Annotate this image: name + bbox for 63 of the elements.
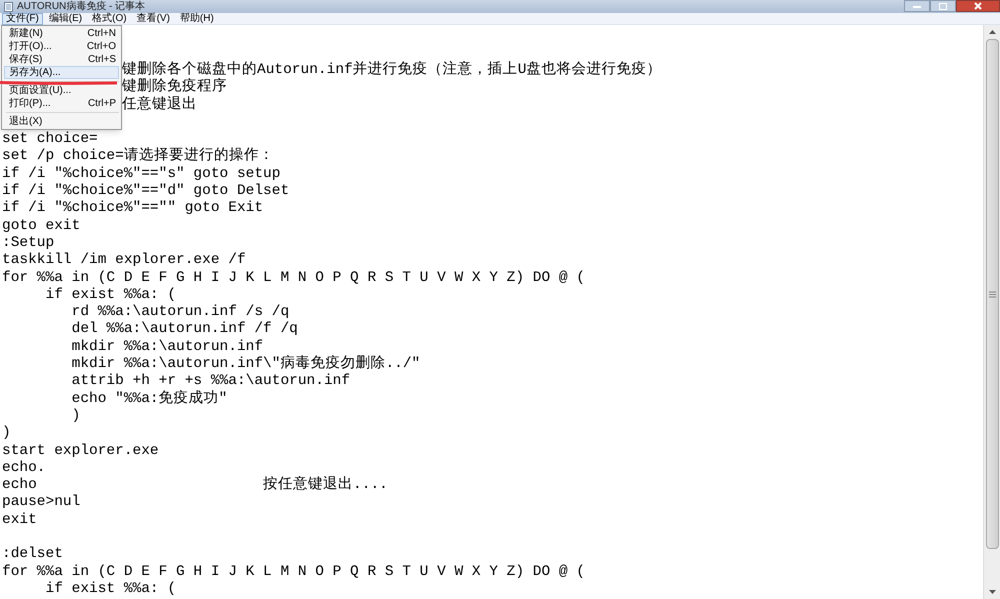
menu-item[interactable]: 查看(V) xyxy=(132,12,174,24)
code-line: set /p choice=请选择要进行的操作： xyxy=(2,148,274,164)
option-label: 打印(P)... xyxy=(9,98,51,108)
minimize-button[interactable] xyxy=(904,0,930,12)
code-line: 键删除各个磁盘中的Autorun.inf并进行免疫（注意，插上U盘也将会进行免疫） xyxy=(122,62,662,78)
shortcut-label: Ctrl+P xyxy=(88,98,116,108)
code-line: if exist %%a: ( xyxy=(44,286,176,303)
shortcut-label: Ctrl+S xyxy=(88,54,116,64)
code-line: mkdir %%a:\autorun.inf\"病毒免疫勿删除../" xyxy=(70,356,420,372)
code-line: 键删除免疫程序 xyxy=(122,79,227,96)
code-line: :Setup xyxy=(2,234,54,251)
option-label: 打开(O)... xyxy=(9,42,52,52)
close-icon xyxy=(974,2,982,10)
code-line: pause>nul xyxy=(2,494,80,510)
minimize-icon xyxy=(913,4,921,8)
menu-option[interactable]: 退出(X) xyxy=(4,115,119,128)
scroll-thumb[interactable] xyxy=(986,39,998,549)
code-line: 任意键退出 xyxy=(122,96,197,113)
shortcut-label: Ctrl+N xyxy=(87,28,116,38)
option-label: 页面设置(U)... xyxy=(9,86,72,96)
code-line: if /i "%choice%"=="" goto Exit xyxy=(2,200,264,216)
menu-item[interactable]: 格式(O) xyxy=(88,12,131,24)
menu-option[interactable]: 打开(O)... Ctrl+O xyxy=(4,40,119,53)
menu-option[interactable]: 保存(S) Ctrl+S xyxy=(4,53,119,66)
shortcut-label: Ctrl+O xyxy=(86,42,116,52)
menu-option[interactable]: 新建(N) Ctrl+N xyxy=(4,27,119,40)
vertical-scrollbar[interactable] xyxy=(983,25,1000,599)
maximize-icon xyxy=(939,2,947,10)
window-title: AUTORUN病毒免疫 - 记事本 xyxy=(17,2,146,12)
code-line: mkdir %%a:\autorun.inf xyxy=(70,338,264,355)
code-line: if /i "%choice%"=="d" goto Delset xyxy=(2,183,290,200)
option-label: 另存为(A)... xyxy=(9,68,61,78)
close-button[interactable] xyxy=(956,0,1000,12)
code-line: echo 按任意键退出.... xyxy=(2,477,388,494)
code-line: start explorer.exe xyxy=(2,442,159,459)
code-line: rd %%a:\autorun.inf /s /q xyxy=(70,304,290,320)
code-line: if exist %%a: ( xyxy=(44,580,176,597)
code-line: echo. xyxy=(2,460,46,476)
option-label: 新建(N) xyxy=(9,28,43,38)
code-line: attrib +h +r +s %%a:\autorun.inf xyxy=(70,373,350,390)
option-label: 保存(S) xyxy=(9,54,42,64)
menu-item[interactable]: 帮助(H) xyxy=(176,12,218,24)
code-line: ) xyxy=(2,425,11,442)
maximize-button[interactable] xyxy=(930,0,956,12)
code-line: taskkill /im explorer.exe /f xyxy=(2,252,246,268)
menu-option[interactable]: 页面设置(U)... xyxy=(4,84,119,97)
grip-icon xyxy=(988,290,996,298)
menu-item[interactable]: 文件(F) xyxy=(2,12,43,24)
code-line: exit xyxy=(2,512,37,528)
option-label: 退出(X) xyxy=(9,116,42,126)
menu-option[interactable]: 另存为(A)... xyxy=(4,66,119,79)
code-line: for %%a in (C D E F G H I J K L M N O P Q R S T U V W X Y Z) DO @ ( xyxy=(2,270,585,286)
code-line: echo "%%a:免疫成功" xyxy=(70,390,228,407)
code-line: for %%a in (C D E F G H I J K L M N O P Q R S T U V W X Y Z) DO @ ( xyxy=(2,564,585,580)
menu-item[interactable]: 编辑(E) xyxy=(44,12,86,24)
code-line: ) xyxy=(70,408,80,424)
code-line: if /i "%choice%"=="s" goto setup xyxy=(2,166,280,182)
code-line: del %%a:\autorun.inf /f /q xyxy=(70,321,298,338)
code-line: goto exit xyxy=(2,218,80,234)
code-line: :delset xyxy=(2,546,63,562)
menu-option[interactable]: 打印(P)... Ctrl+P xyxy=(4,97,119,110)
code-line: set choice= xyxy=(2,131,98,148)
notepad-icon xyxy=(4,2,13,12)
